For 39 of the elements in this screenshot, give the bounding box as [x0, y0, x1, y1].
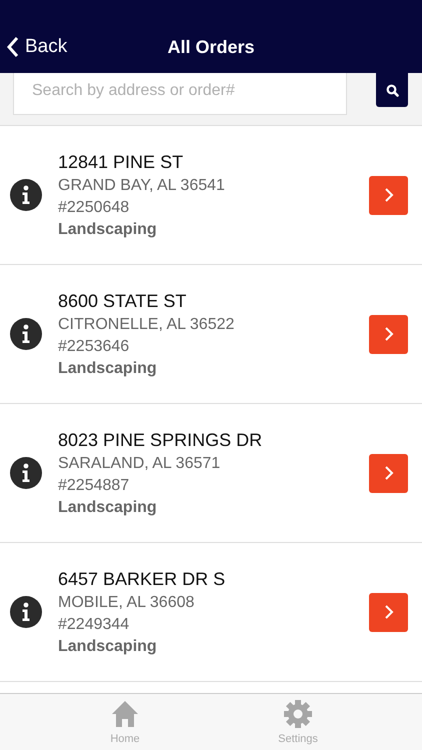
info-icon[interactable]	[10, 318, 42, 350]
page-title: All Orders	[167, 37, 255, 58]
tab-item[interactable]: Settings	[250, 694, 346, 750]
chevron-left-icon	[6, 36, 19, 58]
search-button[interactable]	[376, 73, 408, 107]
open-order-button[interactable]	[369, 454, 408, 492]
search-icon	[386, 84, 398, 96]
chevron-right-icon	[384, 465, 394, 481]
order-number: #2249344	[58, 616, 130, 634]
info-icon[interactable]	[10, 179, 42, 211]
order-city: GRAND BAY, AL 36541	[58, 176, 226, 194]
order-city: SARALAND, AL 36571	[58, 454, 222, 472]
chevron-right-icon	[384, 187, 394, 203]
order-service: Landscaping	[58, 360, 158, 378]
info-icon[interactable]	[10, 457, 42, 489]
open-order-button[interactable]	[369, 314, 408, 354]
chevron-right-icon	[384, 604, 394, 620]
order-service: Landscaping	[58, 638, 158, 656]
back-button[interactable]: Back	[6, 36, 68, 58]
order-address: 8600 STATE ST	[58, 290, 188, 312]
order-city: MOBILE, AL 36608	[58, 594, 196, 612]
order-address: 6457 BARKER DR S	[58, 568, 226, 590]
order-service: Landscaping	[58, 220, 158, 238]
order-address: 8023 PINE SPRINGS DR	[58, 430, 264, 450]
chevron-right-icon	[384, 326, 394, 342]
order-number: #2250648	[58, 198, 130, 216]
order-service: Landscaping	[58, 498, 158, 516]
order-number: #2254887	[58, 476, 130, 494]
order-city: CITRONELLE, AL 36522	[58, 316, 236, 334]
order-address: 12841 PINE ST	[58, 152, 184, 172]
open-order-button[interactable]	[369, 592, 408, 632]
info-icon[interactable]	[10, 596, 42, 628]
search-field[interactable]: Search by address or order#	[13, 73, 347, 115]
order-number: #2253646	[58, 338, 130, 356]
back-label: Back	[25, 36, 68, 58]
open-order-button[interactable]	[369, 176, 408, 214]
gear-icon	[284, 700, 312, 728]
home-icon	[111, 700, 139, 728]
tab-item[interactable]: Home	[77, 694, 173, 750]
